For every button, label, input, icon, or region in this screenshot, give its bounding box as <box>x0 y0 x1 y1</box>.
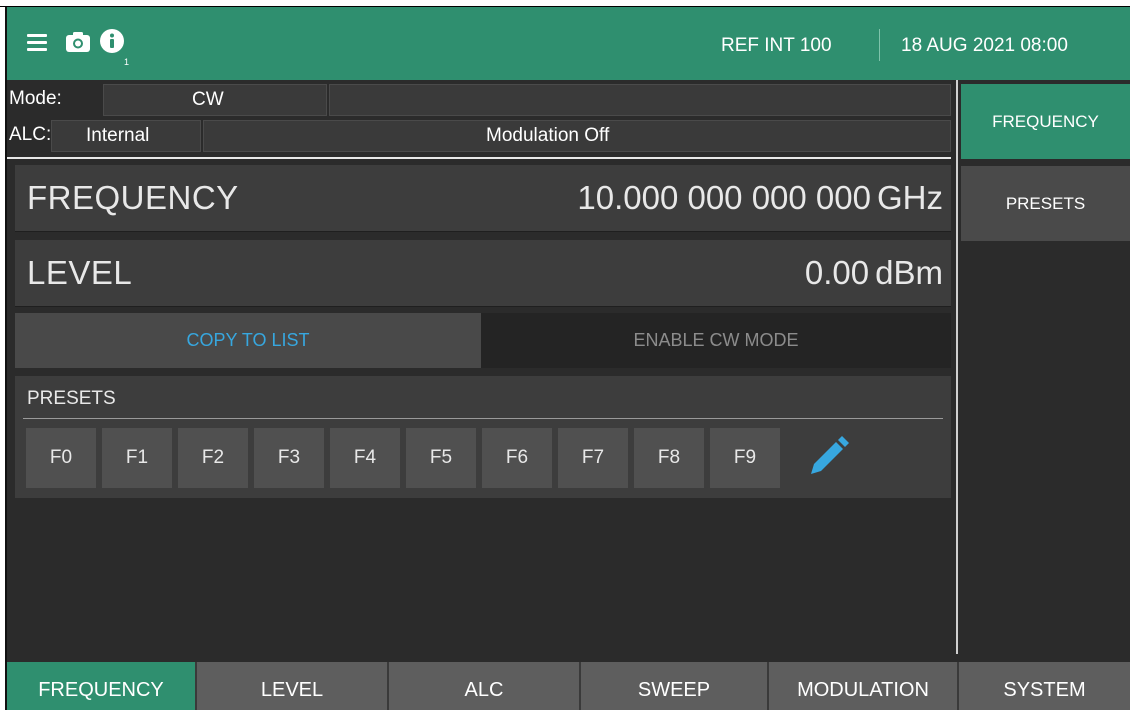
tab-sweep[interactable]: SWEEP <box>581 662 769 710</box>
side-frequency-button[interactable]: FREQUENCY <box>961 84 1130 159</box>
status-separator <box>879 29 880 61</box>
preset-f9-button[interactable]: F9 <box>710 428 780 488</box>
level-value: 0.00 <box>804 254 870 291</box>
preset-f0-button[interactable]: F0 <box>26 428 96 488</box>
preset-f1-button[interactable]: F1 <box>102 428 172 488</box>
preset-f2-button[interactable]: F2 <box>178 428 248 488</box>
frequency-label: FREQUENCY <box>27 179 239 216</box>
mode-value: CW <box>192 89 224 110</box>
level-label: LEVEL <box>27 254 133 291</box>
presets-divider <box>23 418 943 419</box>
mode-value-box: CW <box>103 84 327 116</box>
enable-cw-mode-button[interactable]: ENABLE CW MODE <box>481 313 951 368</box>
presets-panel: PRESETS F0 F1 F2 F3 F4 F5 F6 F7 F8 F9 <box>15 376 951 498</box>
preset-f5-button[interactable]: F5 <box>406 428 476 488</box>
top-bar: 1 REF INT 100 18 AUG 2021 08:00 <box>7 7 1130 80</box>
frequency-value: 10.000 000 000 000 <box>577 179 871 216</box>
level-value-wrap: 0.00 dBm <box>805 254 943 292</box>
alc-row: ALC: Internal Modulation Off <box>7 118 951 154</box>
menu-icon[interactable] <box>27 34 51 52</box>
reference-status: REF INT 100 <box>721 35 832 56</box>
tab-level[interactable]: LEVEL <box>197 662 389 710</box>
alc-label: ALC: <box>9 124 52 145</box>
mode-info-box <box>329 84 951 116</box>
tab-system[interactable]: SYSTEM <box>959 662 1130 710</box>
modulation-status: Modulation Off <box>486 125 610 146</box>
info-subscript: 1 <box>124 57 130 67</box>
pencil-icon[interactable] <box>805 434 851 480</box>
preset-f4-button[interactable]: F4 <box>330 428 400 488</box>
date-time: 18 AUG 2021 08:00 <box>901 35 1068 56</box>
mode-label: Mode: <box>9 88 62 109</box>
frequency-field[interactable]: FREQUENCY 10.000 000 000 000 GHz <box>15 165 951 232</box>
mode-row: Mode: CW <box>7 82 951 118</box>
tab-modulation[interactable]: MODULATION <box>769 662 959 710</box>
preset-f3-button[interactable]: F3 <box>254 428 324 488</box>
side-panel-divider <box>956 80 958 654</box>
modulation-status-box: Modulation Off <box>203 120 951 152</box>
window-top-edge <box>0 0 1130 7</box>
camera-icon[interactable] <box>65 31 91 53</box>
info-icon[interactable] <box>99 28 125 54</box>
frequency-value-wrap: 10.000 000 000 000 GHz <box>577 179 943 217</box>
preset-f8-button[interactable]: F8 <box>634 428 704 488</box>
alc-value-box: Internal <box>51 120 201 152</box>
alc-value: Internal <box>86 125 150 146</box>
frequency-unit: GHz <box>877 179 943 216</box>
tab-frequency[interactable]: FREQUENCY <box>7 662 197 710</box>
tab-alc[interactable]: ALC <box>389 662 581 710</box>
copy-to-list-button[interactable]: COPY TO LIST <box>15 313 481 368</box>
preset-f6-button[interactable]: F6 <box>482 428 552 488</box>
level-field[interactable]: LEVEL 0.00 dBm <box>15 240 951 307</box>
bottom-tab-bar: FREQUENCY LEVEL ALC SWEEP MODULATION SYS… <box>7 662 1130 710</box>
level-unit: dBm <box>875 254 943 291</box>
header-divider <box>7 157 951 159</box>
preset-f7-button[interactable]: F7 <box>558 428 628 488</box>
side-presets-button[interactable]: PRESETS <box>961 166 1130 241</box>
instrument-screen: 1 REF INT 100 18 AUG 2021 08:00 Mode: CW… <box>7 7 1130 710</box>
presets-title: PRESETS <box>27 388 116 409</box>
